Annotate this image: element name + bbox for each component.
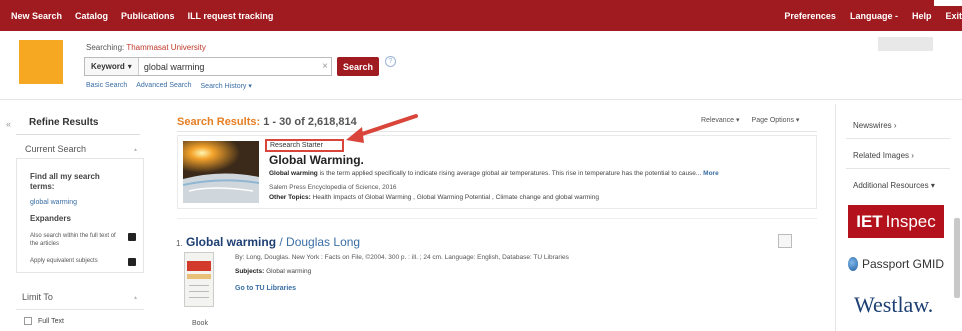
result-format: Book [192, 320, 208, 327]
more-link[interactable]: More [703, 170, 719, 177]
caret-icon[interactable]: ▴ [134, 294, 137, 301]
related-images-link[interactable]: Related Images › [853, 151, 914, 160]
nav-publications[interactable]: Publications [121, 11, 175, 21]
full-text-label: Full Text [38, 317, 64, 325]
refine-results-title: Refine Results [29, 117, 99, 128]
results-label: Search Results: [177, 116, 261, 128]
full-text-filter[interactable]: Full Text [24, 317, 64, 325]
relevance-dropdown[interactable]: Relevance ▾ [701, 116, 740, 124]
nav-exit[interactable]: Exit [945, 11, 962, 21]
results-heading: Search Results: 1 - 30 of 2,618,814 [177, 116, 357, 128]
basic-search-link[interactable]: Basic Search [86, 82, 127, 90]
additional-resources-link[interactable]: Additional Resources ▾ [853, 181, 935, 190]
limit-divider [16, 309, 144, 310]
search-input[interactable] [138, 61, 319, 72]
remove-expander-icon[interactable] [128, 233, 136, 241]
nav-preferences[interactable]: Preferences [784, 11, 836, 21]
top-nav-bar: New Search Catalog Publications ILL requ… [0, 0, 962, 31]
scrollbar[interactable] [954, 218, 960, 298]
nav-catalog[interactable]: Catalog [75, 11, 108, 21]
refine-divider [16, 134, 140, 135]
institution-name[interactable]: Thammasat University [126, 43, 206, 52]
results-options: Relevance ▾ Page Options ▾ [701, 116, 799, 124]
top-nav-left: New Search Catalog Publications ILL requ… [11, 0, 273, 31]
searching-prefix: Searching: [86, 43, 125, 52]
search-box: Keyword ▾ × [84, 57, 332, 76]
current-search-header[interactable]: Current Search [25, 144, 86, 154]
chevron-down-icon: ▾ [248, 83, 252, 90]
annotation-arrow-icon [346, 114, 418, 143]
find-all-terms-label: Find all my search terms: [30, 172, 100, 191]
search-term-link[interactable]: global warming [30, 199, 77, 206]
right-panel-divider [835, 104, 836, 331]
nav-new-search[interactable]: New Search [11, 11, 62, 21]
right-divider [846, 138, 950, 139]
westlaw-logo[interactable]: Westlaw. [854, 292, 933, 318]
top-corner-tab [934, 0, 962, 6]
result-index: 1. [176, 239, 183, 248]
search-button[interactable]: Search [337, 57, 379, 76]
results-divider [177, 131, 817, 132]
institution-logo [19, 40, 63, 84]
user-placeholder [878, 37, 933, 51]
expanders-label: Expanders [30, 214, 71, 223]
result-author: / Douglas Long [276, 235, 361, 249]
clear-icon[interactable]: × [319, 61, 331, 72]
nav-help[interactable]: Help [912, 11, 932, 21]
right-divider [846, 168, 950, 169]
search-mode-select[interactable]: Keyword ▾ [85, 58, 139, 75]
search-mode-label: Keyword [91, 62, 125, 71]
collapse-sidebar-icon[interactable]: « [6, 119, 11, 129]
iet-inspec-logo[interactable]: IET Inspec [848, 205, 944, 238]
go-to-library-link[interactable]: Go to TU Libraries [235, 285, 296, 292]
newswires-link[interactable]: Newswires › [853, 121, 897, 130]
searching-label: Searching: Thammasat University [86, 43, 206, 52]
expander-item[interactable]: Also search within the full text of the … [30, 232, 140, 248]
research-starter-source: Salem Press Encyclopedia of Science, 201… [269, 184, 397, 191]
research-starter-description: Global warming is the term applied speci… [269, 170, 719, 177]
chevron-down-icon: ▾ [127, 62, 132, 71]
search-history-link[interactable]: Search History ▾ [201, 82, 252, 90]
search-links: Basic Search Advanced Search Search Hist… [86, 82, 252, 90]
research-starter-title[interactable]: Global Warming. [269, 153, 364, 167]
result-divider [177, 218, 817, 219]
globe-icon [848, 257, 858, 271]
expander-item[interactable]: Apply equivalent subjects [30, 257, 140, 266]
global-warming-image[interactable] [183, 141, 259, 203]
book-cover-image[interactable] [184, 252, 214, 307]
result-title-row: 1. Global warming / Douglas Long [176, 235, 360, 249]
passport-gmid-logo[interactable]: Passport GMID [848, 250, 944, 278]
nav-ill-request-tracking[interactable]: ILL request tracking [188, 11, 274, 21]
preview-icon[interactable] [778, 234, 792, 248]
result-metadata: By: Long, Douglas. New York : Facts on F… [235, 254, 569, 261]
research-starter-topics: Other Topics: Health Impacts of Global W… [269, 194, 599, 201]
remove-expander-icon[interactable] [128, 258, 136, 266]
caret-icon[interactable]: ▴ [134, 146, 137, 153]
nav-language[interactable]: Language - [850, 11, 898, 21]
page-options-dropdown[interactable]: Page Options ▾ [752, 116, 800, 124]
result-title-link[interactable]: Global warming [186, 235, 276, 249]
advanced-search-link[interactable]: Advanced Search [136, 82, 191, 90]
limit-to-header[interactable]: Limit To [22, 292, 53, 302]
research-starter-badge: Research Starter [265, 139, 344, 152]
result-subjects: Subjects: Global warming [235, 268, 312, 275]
help-icon[interactable]: ? [385, 56, 396, 67]
full-text-checkbox[interactable] [24, 317, 32, 325]
header-divider [0, 99, 962, 100]
